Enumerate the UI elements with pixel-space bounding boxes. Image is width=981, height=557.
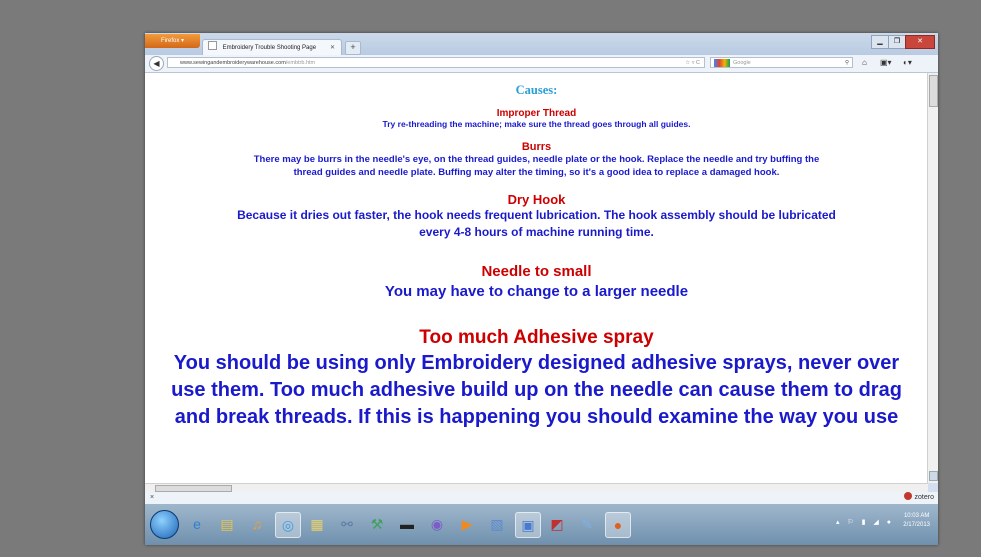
maximize-button[interactable]: ❐	[888, 35, 906, 49]
zotero-icon	[903, 492, 912, 500]
firefox-icon[interactable]: ●	[605, 512, 631, 538]
section-dry-hook: Dry Hook Because it dries out faster, th…	[145, 192, 928, 241]
play-icon[interactable]: ▶	[455, 512, 479, 536]
section-text: use them. Too much adhesive build up on …	[171, 379, 902, 401]
section-text: thread guides and needle plate. Buffing …	[293, 167, 780, 178]
network-icon[interactable]: ⚯	[335, 512, 359, 536]
section-text: You should be using only Embroidery desi…	[173, 352, 900, 374]
section-text: Try re-threading the machine; make sure …	[382, 119, 691, 129]
page-heading: Causes:	[515, 83, 558, 97]
explorer-icon[interactable]: ▤	[215, 512, 239, 536]
firefox-alt-icon[interactable]: ◎	[275, 512, 301, 538]
section-text: and break threads. If this is happening …	[174, 406, 899, 428]
paint-icon[interactable]: ✎	[575, 512, 599, 536]
minimize-button[interactable]: ▁	[871, 35, 889, 49]
tab-close-icon[interactable]: ✕	[330, 40, 335, 56]
section-text: every 4-8 hours of machine running time.	[419, 225, 654, 239]
clock[interactable]: 10:03 AM 2/17/2013	[903, 512, 930, 530]
vertical-scroll-thumb[interactable]	[929, 75, 938, 107]
scan-icon[interactable]: ▧	[485, 512, 509, 536]
zotero-button[interactable]: zotero	[903, 492, 934, 504]
section-text: There may be burrs in the needle's eye, …	[253, 154, 820, 165]
url-path: /embtrb.htm	[285, 60, 316, 66]
scroll-down-button[interactable]	[929, 471, 938, 481]
bookmark-star-icon[interactable]: ☆ ▿ C	[685, 58, 700, 69]
globe-icon[interactable]: ◉	[425, 512, 449, 536]
section-text: You may have to change to a larger needl…	[384, 283, 689, 300]
start-button[interactable]	[150, 510, 179, 539]
section-burrs: Burrs There may be burrs in the needle's…	[145, 141, 928, 179]
close-window-button[interactable]: ✕	[905, 35, 935, 49]
browser-window: Firefox ▾ Embroidery Trouble Shooting Pa…	[145, 33, 938, 545]
home-icon[interactable]: ⌂	[862, 57, 867, 69]
ie-icon[interactable]: e	[185, 512, 209, 536]
search-input[interactable]: Google ⚲	[710, 57, 853, 68]
slide-background: Firefox ▾ Embroidery Trouble Shooting Pa…	[0, 0, 981, 557]
office-icon[interactable]: ◩	[545, 512, 569, 536]
section-title: Improper Thread	[496, 108, 577, 119]
url-domain: www.sewingandembroiderywarehouse.com	[180, 60, 286, 66]
vertical-scrollbar[interactable]	[927, 73, 938, 483]
system-tray[interactable]: ▴ ⚐ ▮ ◢ ●	[836, 518, 894, 526]
addon-icon[interactable]: ◐▾	[903, 57, 912, 69]
page-content: Causes: Improper Thread Try re-threading…	[145, 73, 928, 483]
search-engine-icon[interactable]	[714, 59, 730, 67]
tool-icon[interactable]: ⚒	[365, 512, 389, 536]
terminal-icon[interactable]: ▬	[395, 512, 419, 536]
navigation-bar: ◀ www.sewingandembroiderywarehouse.com/e…	[145, 55, 938, 73]
media-icon[interactable]: ♫	[245, 512, 269, 536]
firefox-menu-button[interactable]: Firefox ▾	[145, 34, 200, 48]
section-adhesive-spray: Too much Adhesive spray You should be us…	[145, 326, 928, 431]
clock-time: 10:03 AM	[903, 513, 930, 519]
zotero-label: zotero	[914, 494, 934, 501]
bookmarks-icon[interactable]: ▣▾	[880, 57, 892, 69]
firefox-menu-label: Firefox	[160, 38, 180, 44]
section-title: Needle to small	[481, 263, 592, 280]
section-text: Because it dries out faster, the hook ne…	[237, 208, 836, 222]
new-tab-button[interactable]: +	[345, 41, 361, 55]
close-addon-bar-icon[interactable]: ×	[150, 492, 154, 504]
horizontal-scroll-thumb[interactable]	[155, 485, 232, 492]
section-title: Dry Hook	[507, 192, 566, 207]
section-title: Burrs	[521, 141, 552, 153]
section-needle-small: Needle to small You may have to change t…	[145, 262, 928, 302]
tab-title: Embroidery Trouble Shooting Page	[222, 45, 317, 51]
tab-embroidery[interactable]: Embroidery Trouble Shooting Page ✕	[202, 39, 342, 56]
folder-icon[interactable]: ▦	[305, 512, 329, 536]
search-placeholder: Google	[733, 60, 751, 66]
horizontal-scrollbar[interactable]	[145, 483, 928, 492]
windows-taskbar: e ▤ ♫ ◎ ▦ ⚯ ⚒ ▬ ◉ ▶ ▧ ▣ ◩ ✎ ● ▴ ⚐ ▮ ◢ ● 10:03 AM 2/17/…	[145, 504, 938, 545]
window-icon[interactable]: ▣	[515, 512, 541, 538]
status-bar: × zotero	[145, 492, 938, 504]
url-bar[interactable]: www.sewingandembroiderywarehouse.com/emb…	[167, 57, 705, 68]
page-favicon-icon	[208, 41, 217, 50]
section-title: Too much Adhesive spray	[419, 327, 654, 348]
tab-bar: Firefox ▾ Embroidery Trouble Shooting Pa…	[145, 33, 938, 56]
section-improper-thread: Improper Thread Try re-threading the mac…	[145, 108, 928, 129]
clock-date: 2/17/2013	[903, 522, 930, 528]
search-icon[interactable]: ⚲	[845, 58, 849, 69]
back-button[interactable]: ◀	[149, 56, 164, 71]
